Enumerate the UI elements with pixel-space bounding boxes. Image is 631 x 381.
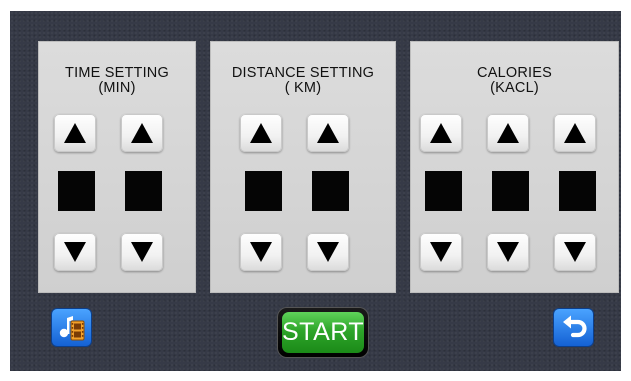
triangle-down-icon <box>430 242 452 262</box>
distance-ones-up-button[interactable] <box>307 114 349 152</box>
time-tens-down-button[interactable] <box>54 233 96 271</box>
triangle-up-icon <box>250 123 272 143</box>
treadmill-settings-screen: TIME SETTING (MIN) DISTANCE SETTING ( KM… <box>10 11 621 371</box>
time-ones-up-button[interactable] <box>121 114 163 152</box>
triangle-down-icon <box>250 242 272 262</box>
distance-digit-tens <box>245 171 282 211</box>
triangle-down-icon <box>64 242 86 262</box>
start-button-label: START <box>282 312 364 353</box>
triangle-up-icon <box>430 123 452 143</box>
calories-hundreds-down-button[interactable] <box>420 233 462 271</box>
distance-setting-title: DISTANCE SETTING <box>231 65 375 81</box>
distance-setting-panel: DISTANCE SETTING ( KM) <box>210 41 396 293</box>
time-setting-title: TIME SETTING <box>65 65 169 81</box>
triangle-up-icon <box>497 123 519 143</box>
calories-digit-hundreds <box>425 171 462 211</box>
calories-ones-down-button[interactable] <box>554 233 596 271</box>
triangle-down-icon <box>564 242 586 262</box>
time-digit-ones <box>125 171 162 211</box>
time-setting-panel: TIME SETTING (MIN) <box>38 41 196 293</box>
time-tens-up-button[interactable] <box>54 114 96 152</box>
calories-ones-up-button[interactable] <box>554 114 596 152</box>
triangle-down-icon <box>131 242 153 262</box>
music-video-icon <box>59 316 85 341</box>
calories-setting-panel: CALORIES (KACL) <box>410 41 619 293</box>
distance-digit-ones <box>312 171 349 211</box>
triangle-up-icon <box>317 123 339 143</box>
distance-ones-down-button[interactable] <box>307 233 349 271</box>
time-digit-tens <box>58 171 95 211</box>
calories-hundreds-up-button[interactable] <box>420 114 462 152</box>
calories-digit-tens <box>492 171 529 211</box>
triangle-down-icon <box>497 242 519 262</box>
calories-digit-ones <box>559 171 596 211</box>
distance-setting-unit: ( KM) <box>284 80 322 96</box>
time-ones-down-button[interactable] <box>121 233 163 271</box>
distance-tens-up-button[interactable] <box>240 114 282 152</box>
start-button[interactable]: START <box>278 308 368 357</box>
time-setting-unit: (MIN) <box>98 80 136 96</box>
back-arrow-icon <box>563 315 587 338</box>
distance-tens-down-button[interactable] <box>240 233 282 271</box>
calories-tens-up-button[interactable] <box>487 114 529 152</box>
media-button[interactable] <box>52 309 91 346</box>
triangle-up-icon <box>564 123 586 143</box>
calories-setting-unit: (KACL) <box>490 80 539 96</box>
triangle-up-icon <box>64 123 86 143</box>
calories-tens-down-button[interactable] <box>487 233 529 271</box>
triangle-down-icon <box>317 242 339 262</box>
back-button[interactable] <box>554 309 593 346</box>
calories-setting-title: CALORIES <box>477 65 552 81</box>
triangle-up-icon <box>131 123 153 143</box>
